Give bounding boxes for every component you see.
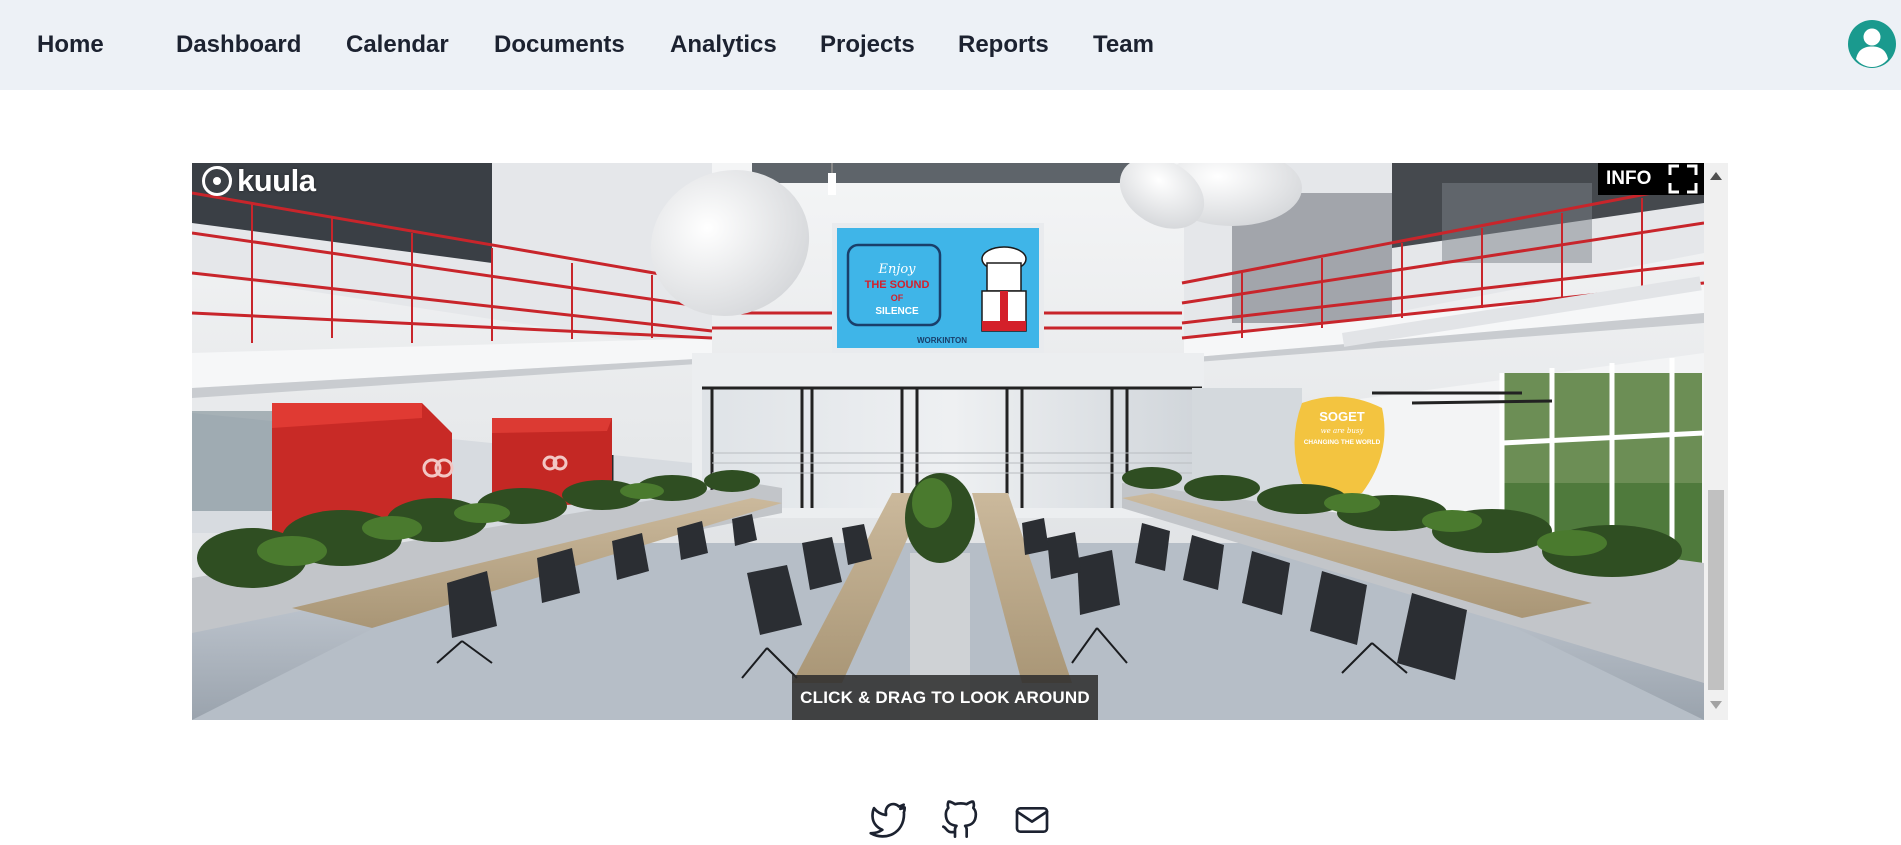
nav-link-home[interactable]: Home [37, 30, 104, 60]
kuula-logo-icon [202, 166, 232, 196]
mail-icon[interactable] [1012, 800, 1052, 840]
svg-text:THE SOUND: THE SOUND [865, 279, 930, 291]
nav-link-analytics[interactable]: Analytics [670, 30, 777, 60]
nav-link-dashboard[interactable]: Dashboard [176, 30, 301, 60]
nav-link-projects[interactable]: Projects [820, 30, 915, 60]
viewer-scrollbar[interactable] [1704, 163, 1728, 720]
top-navigation-bar: Home Dashboard Calendar Documents Analyt… [0, 0, 1901, 90]
svg-text:CHANGING THE WORLD: CHANGING THE WORLD [1304, 439, 1381, 446]
svg-text:SILENCE: SILENCE [875, 306, 919, 317]
info-button[interactable]: INFO [1606, 168, 1651, 190]
nav-link-team[interactable]: Team [1093, 30, 1154, 60]
fullscreen-icon[interactable] [1666, 163, 1700, 195]
user-avatar-icon[interactable] [1847, 19, 1897, 69]
panorama-viewer[interactable]: Enjoy THE SOUND OF SILENCE WORKINTON SOG… [192, 163, 1728, 720]
office-panorama-image[interactable]: Enjoy THE SOUND OF SILENCE WORKINTON SOG… [192, 163, 1704, 720]
nav-link-documents[interactable]: Documents [494, 30, 625, 60]
scroll-up-arrow-icon[interactable] [1709, 171, 1723, 181]
svg-text:we are busy: we are busy [1321, 427, 1365, 435]
github-icon[interactable] [940, 800, 980, 840]
twitter-icon[interactable] [868, 800, 908, 840]
svg-text:OF: OF [891, 293, 904, 303]
scrollbar-thumb[interactable] [1708, 490, 1724, 690]
kuula-brand-text: kuula [237, 163, 316, 198]
svg-text:SOGET: SOGET [1319, 409, 1365, 424]
scroll-down-arrow-icon[interactable] [1709, 700, 1723, 710]
svg-text:Enjoy: Enjoy [877, 262, 916, 277]
viewer-controls: INFO [1598, 163, 1708, 195]
svg-text:WORKINTON: WORKINTON [917, 336, 967, 345]
drag-hint-label: CLICK & DRAG TO LOOK AROUND [792, 675, 1098, 720]
kuula-logo[interactable]: kuula [200, 163, 316, 199]
nav-link-reports[interactable]: Reports [958, 30, 1049, 60]
nav-link-calendar[interactable]: Calendar [346, 30, 449, 60]
